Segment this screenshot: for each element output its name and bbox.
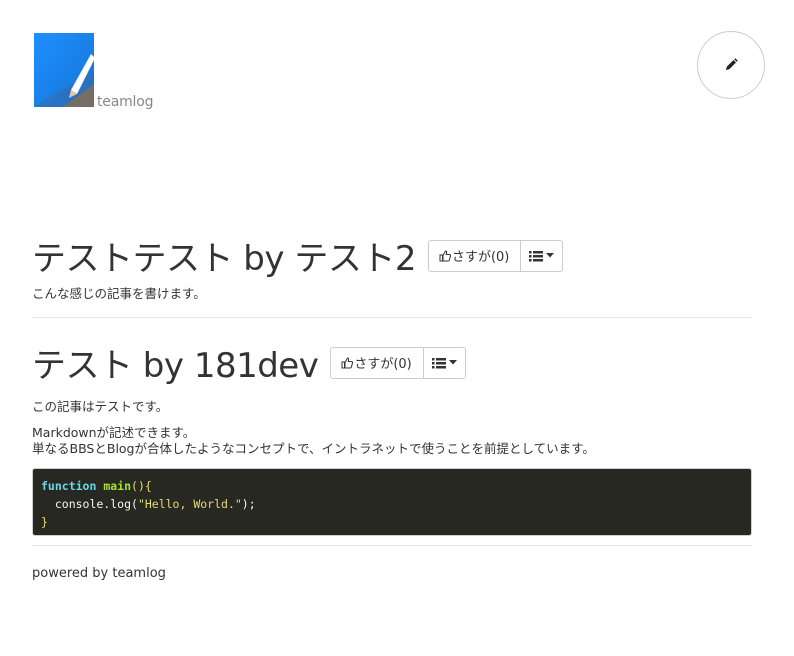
article-1-actions: さすが(0)	[427, 239, 564, 272]
code-line1-rest: (){	[131, 479, 152, 493]
teamlog-logo[interactable]: teamlog	[33, 32, 153, 112]
caret-down-icon	[448, 360, 457, 365]
article-divider	[32, 317, 752, 318]
article-title[interactable]: テストテスト by テスト2	[32, 231, 416, 280]
like-label: さすが(0)	[451, 250, 510, 265]
menu-dropdown-button[interactable]	[423, 346, 466, 379]
article-2-actions: さすが(0)	[330, 346, 466, 379]
thumbs-up-icon	[439, 249, 451, 261]
article-paragraph: こんな感じの記事を書けます。	[32, 286, 206, 301]
caret-down-icon	[546, 253, 555, 258]
code-keyword: function	[41, 479, 97, 493]
logo-text: teamlog	[97, 94, 154, 110]
logo-icon	[34, 33, 95, 107]
article-2: テスト by 181dev さすが(0) この記事はテストです。 Markdow…	[32, 338, 752, 536]
edit-button[interactable]	[697, 31, 765, 99]
code-string: "Hello, World."	[137, 497, 242, 511]
article-title[interactable]: テスト by 181dev	[32, 338, 319, 387]
code-block: function main(){ console.log("Hello, Wor…	[32, 468, 752, 536]
list-icon	[529, 250, 544, 261]
code-line3: }	[41, 515, 48, 529]
article-paragraph: Markdownが記述できます。	[32, 425, 196, 440]
code-line2-prefix: console.log(	[41, 497, 138, 511]
article-2-header: テスト by 181dev さすが(0)	[32, 338, 752, 387]
list-icon	[431, 357, 446, 368]
article-1: テストテスト by テスト2 さすが(0) こんな感じの記事を書けます。	[32, 231, 752, 302]
footer-text: powered by teamlog	[32, 566, 166, 581]
thumbs-up-icon	[341, 356, 354, 368]
menu-dropdown-button[interactable]	[521, 239, 564, 272]
code-function-name: main	[103, 479, 132, 493]
article-paragraph: 単なるBBSとBlogが合体したようなコンセプトで、イントラネットで使うことを前…	[32, 441, 595, 456]
article-paragraph: この記事はテストです。	[32, 399, 169, 414]
code-line2-suffix: );	[241, 497, 256, 511]
like-button[interactable]: さすが(0)	[330, 346, 424, 379]
like-label: さすが(0)	[354, 357, 412, 372]
like-button[interactable]: さすが(0)	[427, 239, 522, 272]
footer-divider	[32, 545, 752, 546]
article-1-header: テストテスト by テスト2 さすが(0)	[32, 231, 752, 280]
pencil-icon	[726, 58, 738, 70]
